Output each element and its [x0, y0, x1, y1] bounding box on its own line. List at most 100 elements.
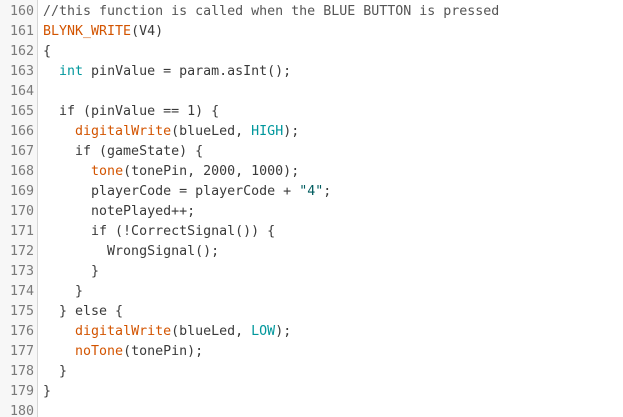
code-text: WrongSignal(); — [38, 242, 219, 262]
code-line[interactable]: 173 } — [0, 262, 623, 282]
code-token-comment: //this function is called when the BLUE … — [43, 4, 500, 19]
code-token-plain: ; — [323, 184, 332, 199]
code-line[interactable]: 168 tone(tonePin, 2000, 1000); — [0, 162, 623, 182]
code-text: if (!CorrectSignal()) { — [38, 222, 275, 242]
line-number: 162 — [9, 44, 34, 59]
code-token-const: LOW — [251, 324, 276, 339]
code-token-func: BLYNK_WRITE — [43, 24, 132, 39]
code-line[interactable]: 161 BLYNK_WRITE(V4) — [0, 22, 623, 42]
code-line[interactable]: 162 { — [0, 42, 623, 62]
code-token-plain: { — [43, 44, 52, 59]
code-editor[interactable]: 160 //this function is called when the BL… — [0, 0, 623, 417]
line-number: 173 — [9, 264, 34, 279]
line-number: 176 — [9, 324, 34, 339]
code-token-const: HIGH — [251, 124, 284, 139]
code-line[interactable]: 169 playerCode = playerCode + "4"; — [0, 182, 623, 202]
code-line[interactable]: 166 digitalWrite(blueLed, HIGH); — [0, 122, 623, 142]
code-token-func: digitalWrite — [75, 124, 172, 139]
code-text: int pinValue = param.asInt(); — [38, 62, 291, 82]
line-number: 163 — [9, 64, 34, 79]
code-token-plain: ); — [283, 124, 300, 139]
code-line[interactable]: 160 //this function is called when the BL… — [0, 2, 623, 22]
code-line[interactable]: 174 } — [0, 282, 623, 302]
code-text: } — [38, 362, 67, 382]
line-number: 175 — [9, 304, 34, 319]
code-token-plain: (tonePin); — [123, 344, 204, 359]
code-token-plain: } — [43, 284, 84, 299]
code-token-func: digitalWrite — [75, 324, 172, 339]
code-line[interactable]: 172 WrongSignal(); — [0, 242, 623, 262]
code-token-plain: (blueLed, — [171, 124, 252, 139]
line-number: 168 — [9, 164, 34, 179]
code-text: } — [38, 282, 83, 302]
code-text: digitalWrite(blueLed, LOW); — [38, 322, 291, 342]
code-token-plain: pinValue = param.asInt(); — [83, 64, 292, 79]
code-text: } else { — [38, 302, 123, 322]
code-text: if (gameState) { — [38, 142, 203, 162]
line-number: 180 — [9, 404, 34, 417]
code-token-plain: notePlayed++; — [43, 204, 196, 219]
code-line[interactable]: 164 — [0, 82, 623, 102]
line-number: 177 — [9, 344, 34, 359]
code-token-type: int — [59, 64, 84, 79]
code-text: noTone(tonePin); — [38, 342, 203, 362]
code-token-plain: } — [43, 384, 52, 399]
code-token-plain: playerCode = playerCode + — [43, 184, 300, 199]
code-token-func: noTone — [75, 344, 124, 359]
code-token-plain: } — [43, 364, 68, 379]
code-line[interactable]: 179} — [0, 382, 623, 402]
code-line[interactable]: 165 if (pinValue == 1) { — [0, 102, 623, 122]
code-token-plain: } — [43, 264, 100, 279]
code-token-plain: (V4) — [131, 24, 164, 39]
code-line[interactable]: 177 noTone(tonePin); — [0, 342, 623, 362]
line-number: 169 — [9, 184, 34, 199]
code-line[interactable]: 167 if (gameState) { — [0, 142, 623, 162]
code-token-func: tone — [91, 164, 124, 179]
code-token-plain: if (gameState) { — [43, 144, 204, 159]
code-text: BLYNK_WRITE(V4) — [38, 22, 163, 42]
code-line[interactable]: 176 digitalWrite(blueLed, LOW); — [0, 322, 623, 342]
code-lines: 160 //this function is called when the BL… — [0, 2, 623, 417]
code-line[interactable]: 178 } — [0, 362, 623, 382]
line-number: 161 — [9, 24, 34, 39]
code-text: } — [38, 382, 51, 402]
line-number: 171 — [9, 224, 34, 239]
code-token-plain: if (!CorrectSignal()) { — [43, 224, 276, 239]
code-line[interactable]: 163 int pinValue = param.asInt(); — [0, 62, 623, 82]
code-text: digitalWrite(blueLed, HIGH); — [38, 122, 299, 142]
code-text: if (pinValue == 1) { — [38, 102, 219, 122]
code-token-str: "4" — [299, 184, 324, 199]
code-line[interactable]: 171 if (!CorrectSignal()) { — [0, 222, 623, 242]
line-number: 160 — [9, 4, 34, 19]
line-number: 170 — [9, 204, 34, 219]
line-number: 167 — [9, 144, 34, 159]
code-line[interactable]: 180 — [0, 402, 623, 417]
line-number: 179 — [9, 384, 34, 399]
line-number: 174 — [9, 284, 34, 299]
code-token-plain: if (pinValue == 1) { — [43, 104, 220, 119]
code-text: { — [38, 42, 51, 62]
code-token-plain: WrongSignal(); — [43, 244, 220, 259]
code-token-plain: } else { — [43, 304, 124, 319]
code-line[interactable]: 175 } else { — [0, 302, 623, 322]
code-text: tone(tonePin, 2000, 1000); — [38, 162, 299, 182]
line-number: 172 — [9, 244, 34, 259]
line-number: 166 — [9, 124, 34, 139]
code-token-plain: (blueLed, — [171, 324, 252, 339]
line-number: 164 — [9, 84, 34, 99]
code-text: playerCode = playerCode + "4"; — [38, 182, 331, 202]
code-token-plain: ); — [275, 324, 292, 339]
line-number: 178 — [9, 364, 34, 379]
code-text: notePlayed++; — [38, 202, 195, 222]
code-token-plain: (tonePin, 2000, 1000); — [123, 164, 300, 179]
code-line[interactable]: 170 notePlayed++; — [0, 202, 623, 222]
line-number: 165 — [9, 104, 34, 119]
code-text: } — [38, 262, 99, 282]
